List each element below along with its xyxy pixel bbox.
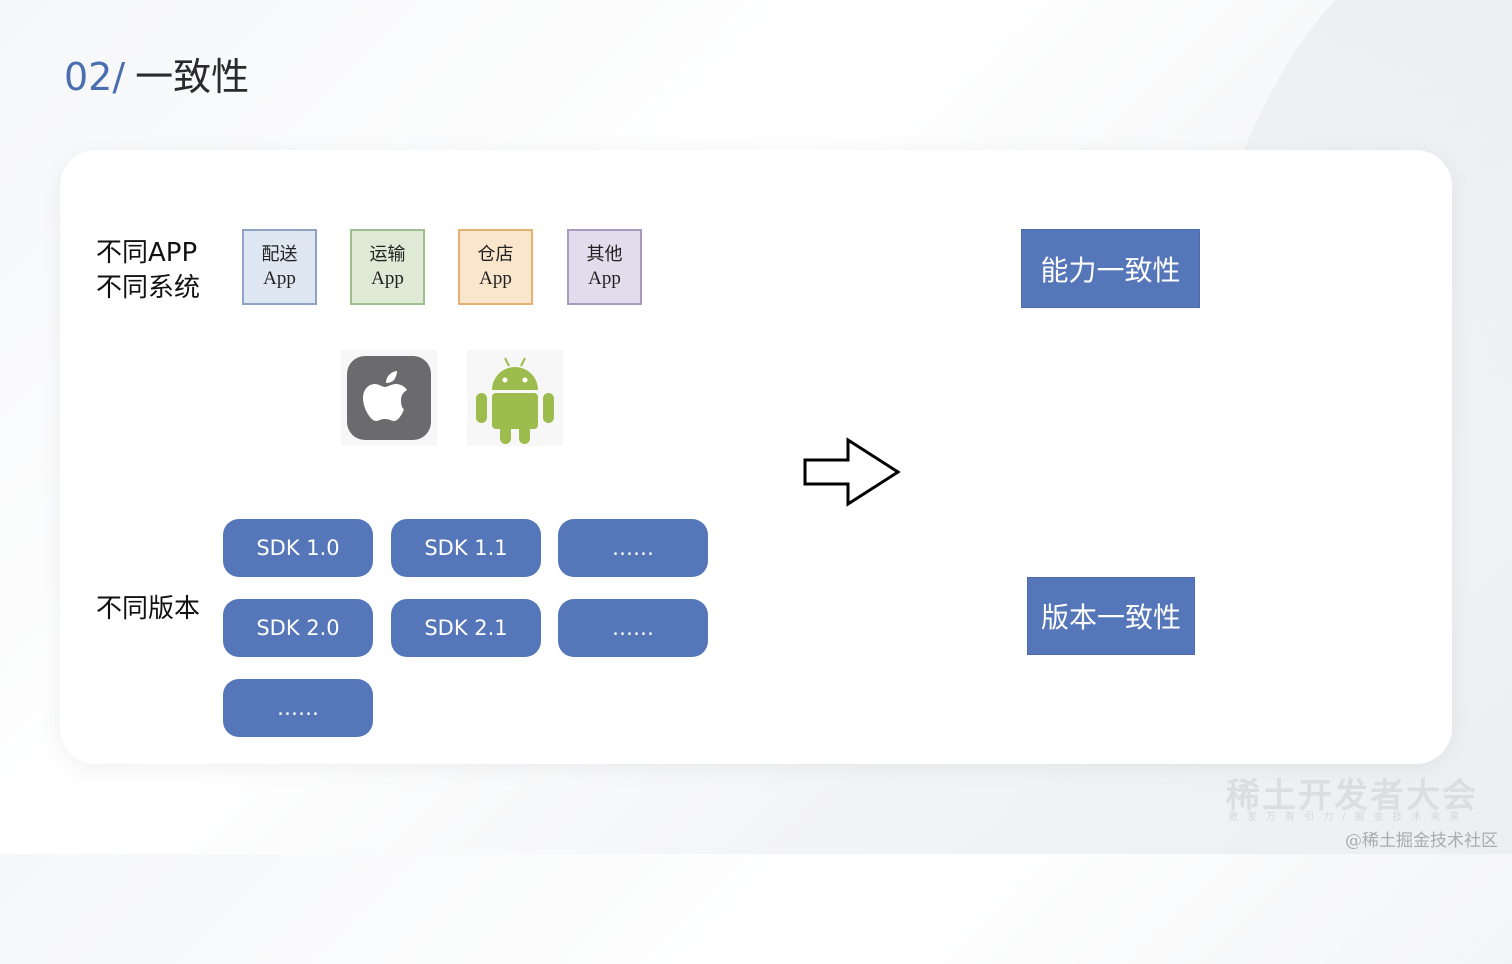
sdk-box: SDK 2.0 (223, 599, 373, 657)
app-name: 仓店 (477, 244, 514, 265)
sdk-box-ellipsis: …… (223, 679, 373, 737)
versions-label: 不同版本 (96, 594, 201, 624)
app-box-other: 其他 App (567, 229, 642, 305)
page-title: 02/一致性 (64, 52, 249, 102)
app-suffix: App (263, 268, 296, 289)
app-suffix: App (479, 268, 512, 289)
apps-label-line1: 不同APP (96, 238, 198, 268)
app-box-warehouse-store: 仓店 App (458, 229, 533, 305)
app-suffix: App (588, 268, 621, 289)
right-arrow-icon (803, 437, 901, 507)
sdk-box-ellipsis: …… (558, 519, 708, 577)
app-box-transport: 运输 App (350, 229, 425, 305)
app-name: 配送 (261, 244, 298, 265)
apple-icon (341, 350, 437, 446)
sdk-box: SDK 1.1 (391, 519, 541, 577)
event-slogan-watermark: 激发万有引力/掘金技术未来 (1228, 812, 1469, 823)
app-name: 运输 (369, 244, 406, 265)
version-consistency-box: 版本一致性 (1027, 577, 1195, 655)
app-name: 其他 (586, 244, 623, 265)
section-number: 02/ (64, 55, 126, 99)
section-title: 一致性 (135, 55, 250, 99)
capability-consistency-box: 能力一致性 (1021, 229, 1200, 308)
sdk-box: SDK 1.0 (223, 519, 373, 577)
android-icon (467, 350, 563, 446)
apps-label-line2: 不同系统 (96, 273, 201, 303)
app-suffix: App (371, 268, 404, 289)
sdk-box: SDK 2.1 (391, 599, 541, 657)
sdk-box-ellipsis: …… (558, 599, 708, 657)
app-box-delivery: 配送 App (242, 229, 317, 305)
source-credit: @稀土掘金技术社区 (1345, 831, 1498, 851)
